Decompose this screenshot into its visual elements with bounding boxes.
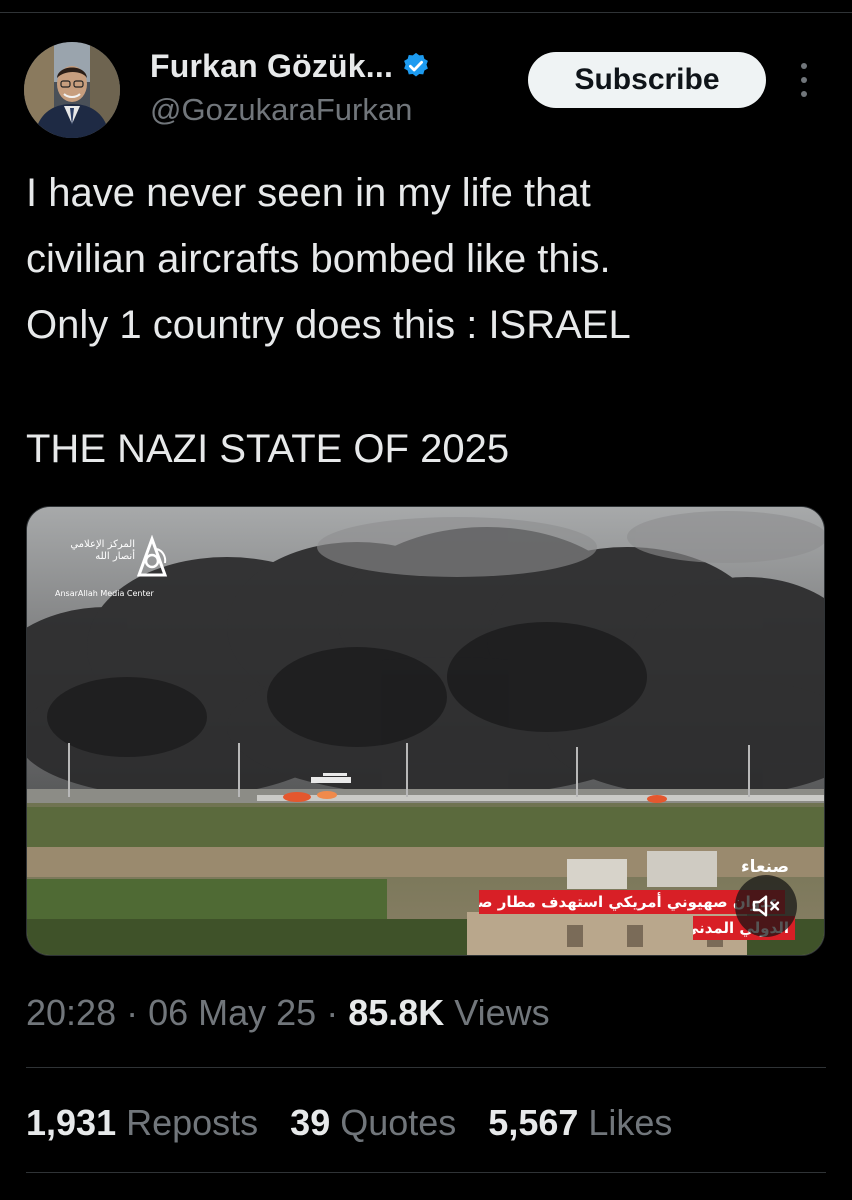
avatar[interactable] (24, 42, 120, 138)
more-dot (801, 77, 807, 83)
meta-separator: · (116, 992, 149, 1033)
more-dot (801, 63, 807, 69)
ticker-location-tag: صنعاء (740, 857, 789, 877)
likes-count: 5,567 (488, 1102, 579, 1143)
display-name[interactable]: Furkan Gözük... (150, 48, 393, 85)
engagement-stats: 1,931 Reposts 39 Quotes 5,567 Likes (26, 1102, 672, 1146)
logo-arabic-text: المركز الإعلامي أنصار الله (70, 539, 135, 562)
tweet-line: Only 1 country does this : ISRAEL (26, 303, 631, 347)
media-center-logo-icon (136, 535, 168, 577)
display-name-row[interactable]: Furkan Gözük... (150, 46, 431, 86)
tweet-meta: 20:28 · 06 May 25 · 85.8K Views (26, 992, 550, 1036)
tweet-line-spacer (26, 358, 826, 416)
reposts-stat[interactable]: 1,931 Reposts (26, 1102, 258, 1146)
views-label[interactable]: Views (454, 992, 549, 1033)
views-count[interactable]: 85.8K (348, 992, 444, 1033)
reposts-label: Reposts (126, 1102, 259, 1143)
quotes-label: Quotes (340, 1102, 457, 1143)
meta-separator: · (316, 992, 349, 1033)
avatar-photo (24, 42, 120, 138)
speaker-muted-icon (752, 895, 780, 917)
more-options-icon[interactable] (790, 56, 818, 104)
divider (26, 1172, 826, 1173)
tweet-line: civilian aircrafts bombed like this. (26, 237, 611, 281)
likes-stat[interactable]: 5,567 Likes (488, 1102, 672, 1146)
top-divider (0, 12, 852, 13)
tweet-line: THE NAZI STATE OF 2025 (26, 427, 510, 471)
subscribe-button[interactable]: Subscribe (528, 52, 766, 108)
quotes-count: 39 (290, 1102, 331, 1143)
tweet-video[interactable]: المركز الإعلامي أنصار الله AnsarAllah Me… (26, 506, 825, 956)
quotes-stat[interactable]: 39 Quotes (290, 1102, 456, 1146)
more-dot (801, 91, 807, 97)
mute-button[interactable] (735, 875, 797, 937)
tweet-date[interactable]: 06 May 25 (148, 992, 316, 1033)
handle[interactable]: @GozukaraFurkan (150, 92, 412, 128)
logo-english-text: AnsarAllah Media Center (55, 589, 154, 598)
tweet-text: I have never seen in my life that civili… (26, 160, 826, 482)
tweet-line: I have never seen in my life that (26, 171, 591, 215)
tweet-time[interactable]: 20:28 (26, 992, 116, 1033)
reposts-count: 1,931 (26, 1102, 117, 1143)
likes-label: Likes (588, 1102, 673, 1143)
verified-badge-icon[interactable] (401, 51, 431, 81)
divider (26, 1067, 826, 1068)
channel-logo: المركز الإعلامي أنصار الله AnsarAllah Me… (55, 527, 168, 607)
